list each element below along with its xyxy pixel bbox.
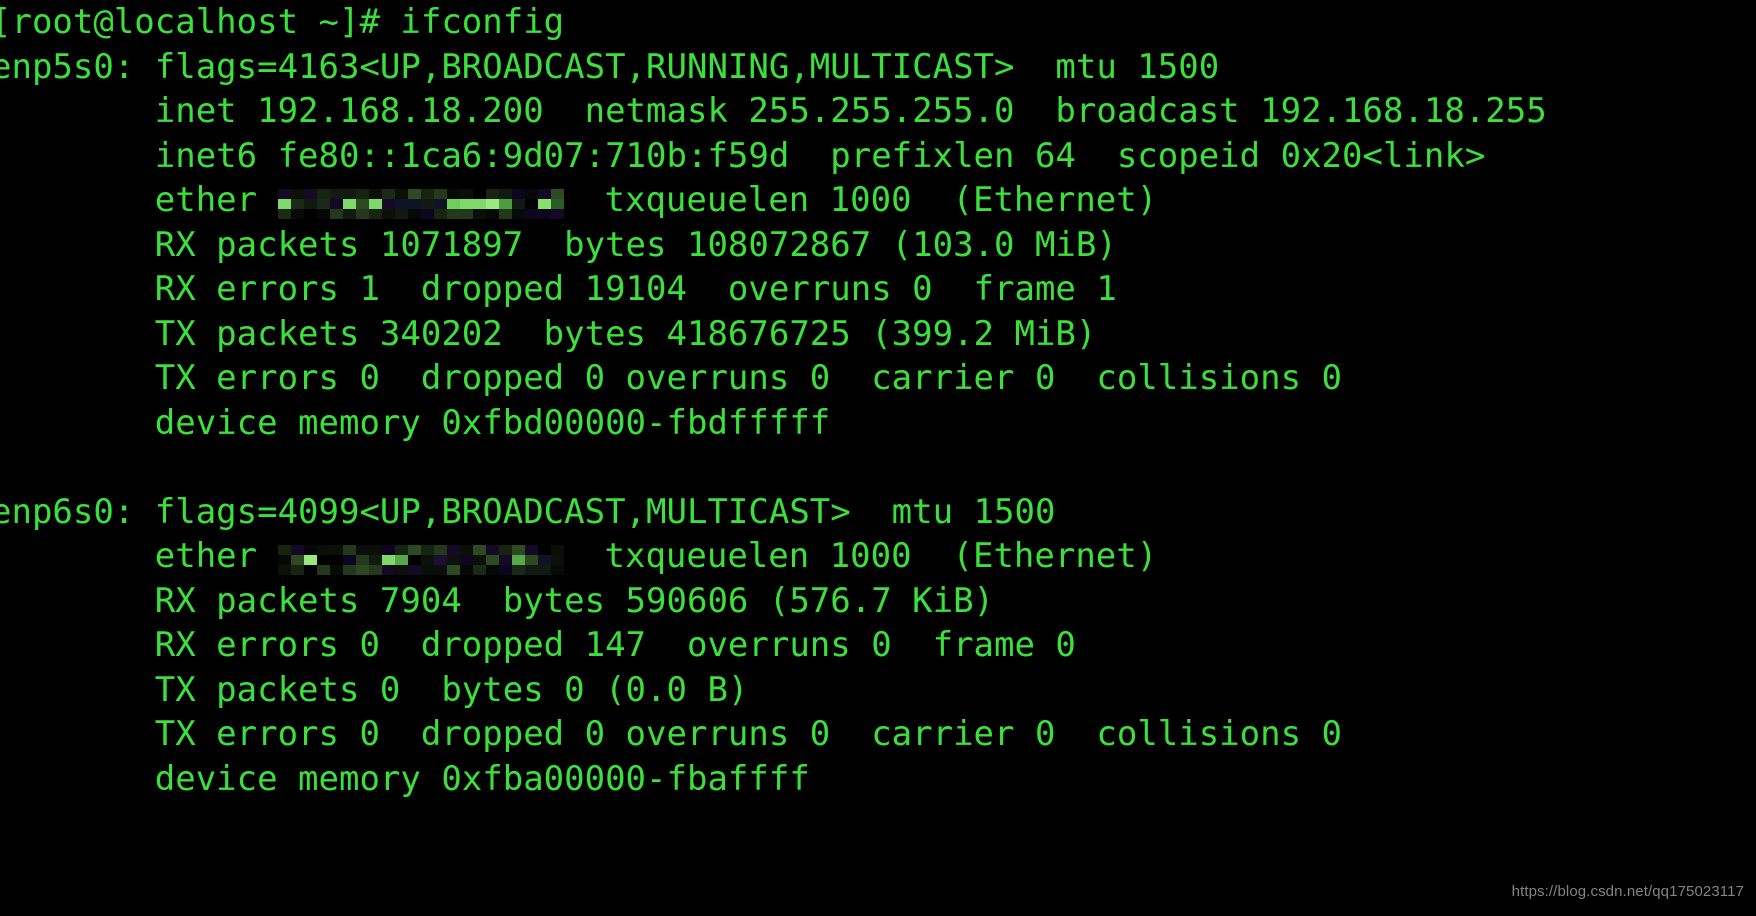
terminal-line-text: RX errors 1 dropped 19104 overruns 0 fra… <box>0 269 1117 309</box>
ether-label: ether <box>0 536 278 576</box>
ether-label: ether <box>0 180 278 220</box>
terminal-line-text: RX errors 0 dropped 147 overruns 0 frame… <box>0 625 1076 665</box>
terminal-line-enp6s0-device-memory: device memory 0xfba00000-fbaffff <box>0 757 1756 802</box>
terminal-line-enp6s0-flags: enp6s0: flags=4099<UP,BROADCAST,MULTICAS… <box>0 490 1756 535</box>
terminal-line-text: inet 192.168.18.200 netmask 255.255.255.… <box>0 91 1547 131</box>
terminal-line-enp6s0-ether: ether txqueuelen 1000 (Ethernet) <box>0 534 1756 579</box>
terminal-line-enp5s0-inet: inet 192.168.18.200 netmask 255.255.255.… <box>0 89 1756 134</box>
watermark-text: https://blog.csdn.net/qq175023117 <box>1511 883 1744 900</box>
terminal-output-pane[interactable]: [root@localhost ~]# ifconfig enp5s0: flag… <box>0 0 1756 916</box>
terminal-line-blank-1 <box>0 445 1756 490</box>
terminal-line-enp6s0-rx-errors: RX errors 0 dropped 147 overruns 0 frame… <box>0 623 1756 668</box>
terminal-line-enp5s0-rx-errors: RX errors 1 dropped 19104 overruns 0 fra… <box>0 267 1756 312</box>
terminal-line-enp5s0-rx-packets: RX packets 1071897 bytes 108072867 (103.… <box>0 223 1756 268</box>
terminal-line-text: TX errors 0 dropped 0 overruns 0 carrier… <box>0 358 1343 398</box>
terminal-line-enp5s0-flags: enp5s0: flags=4163<UP,BROADCAST,RUNNING,… <box>0 45 1756 90</box>
terminal-line-text: inet6 fe80::1ca6:9d07:710b:f59d prefixle… <box>0 135 1486 176</box>
mac-address-redaction <box>277 545 564 575</box>
terminal-line-enp6s0-tx-errors: TX errors 0 dropped 0 overruns 0 carrier… <box>0 712 1756 757</box>
terminal-line-text: enp5s0: flags=4163<UP,BROADCAST,RUNNING,… <box>0 46 1220 87</box>
terminal-line-enp5s0-device-memory: device memory 0xfbd00000-fbdfffff <box>0 401 1756 446</box>
terminal-line-enp5s0-ether: ether txqueuelen 1000 (Ethernet) <box>0 178 1756 223</box>
ether-suffix: txqueuelen 1000 (Ethernet) <box>563 180 1158 220</box>
terminal-line-prompt: [root@localhost ~]# ifconfig <box>0 0 1756 45</box>
terminal-line-enp5s0-tx-errors: TX errors 0 dropped 0 overruns 0 carrier… <box>0 356 1756 401</box>
terminal-line-enp5s0-inet6: inet6 fe80::1ca6:9d07:710b:f59d prefixle… <box>0 134 1756 179</box>
terminal-line-text: TX errors 0 dropped 0 overruns 0 carrier… <box>0 714 1343 754</box>
terminal-line-enp6s0-rx-packets: RX packets 7904 bytes 590606 (576.7 KiB) <box>0 579 1756 624</box>
terminal-line-text: enp6s0: flags=4099<UP,BROADCAST,MULTICAS… <box>0 491 1056 532</box>
mac-address-redaction <box>277 189 564 219</box>
terminal-line-enp6s0-tx-packets: TX packets 0 bytes 0 (0.0 B) <box>0 668 1756 713</box>
terminal-line-text: device memory 0xfba00000-fbaffff <box>0 758 810 799</box>
terminal-line-text: device memory 0xfbd00000-fbdfffff <box>0 402 831 443</box>
terminal-line-text: TX packets 0 bytes 0 (0.0 B) <box>0 669 749 710</box>
terminal-line-text: [root@localhost ~]# ifconfig <box>0 2 565 42</box>
ether-suffix: txqueuelen 1000 (Ethernet) <box>563 536 1158 576</box>
terminal-line-enp5s0-tx-packets: TX packets 340202 bytes 418676725 (399.2… <box>0 312 1756 357</box>
terminal-line-text: TX packets 340202 bytes 418676725 (399.2… <box>0 313 1097 354</box>
terminal-line-text: RX packets 1071897 bytes 108072867 (103.… <box>0 224 1117 265</box>
terminal-line-text: RX packets 7904 bytes 590606 (576.7 KiB) <box>0 580 995 621</box>
